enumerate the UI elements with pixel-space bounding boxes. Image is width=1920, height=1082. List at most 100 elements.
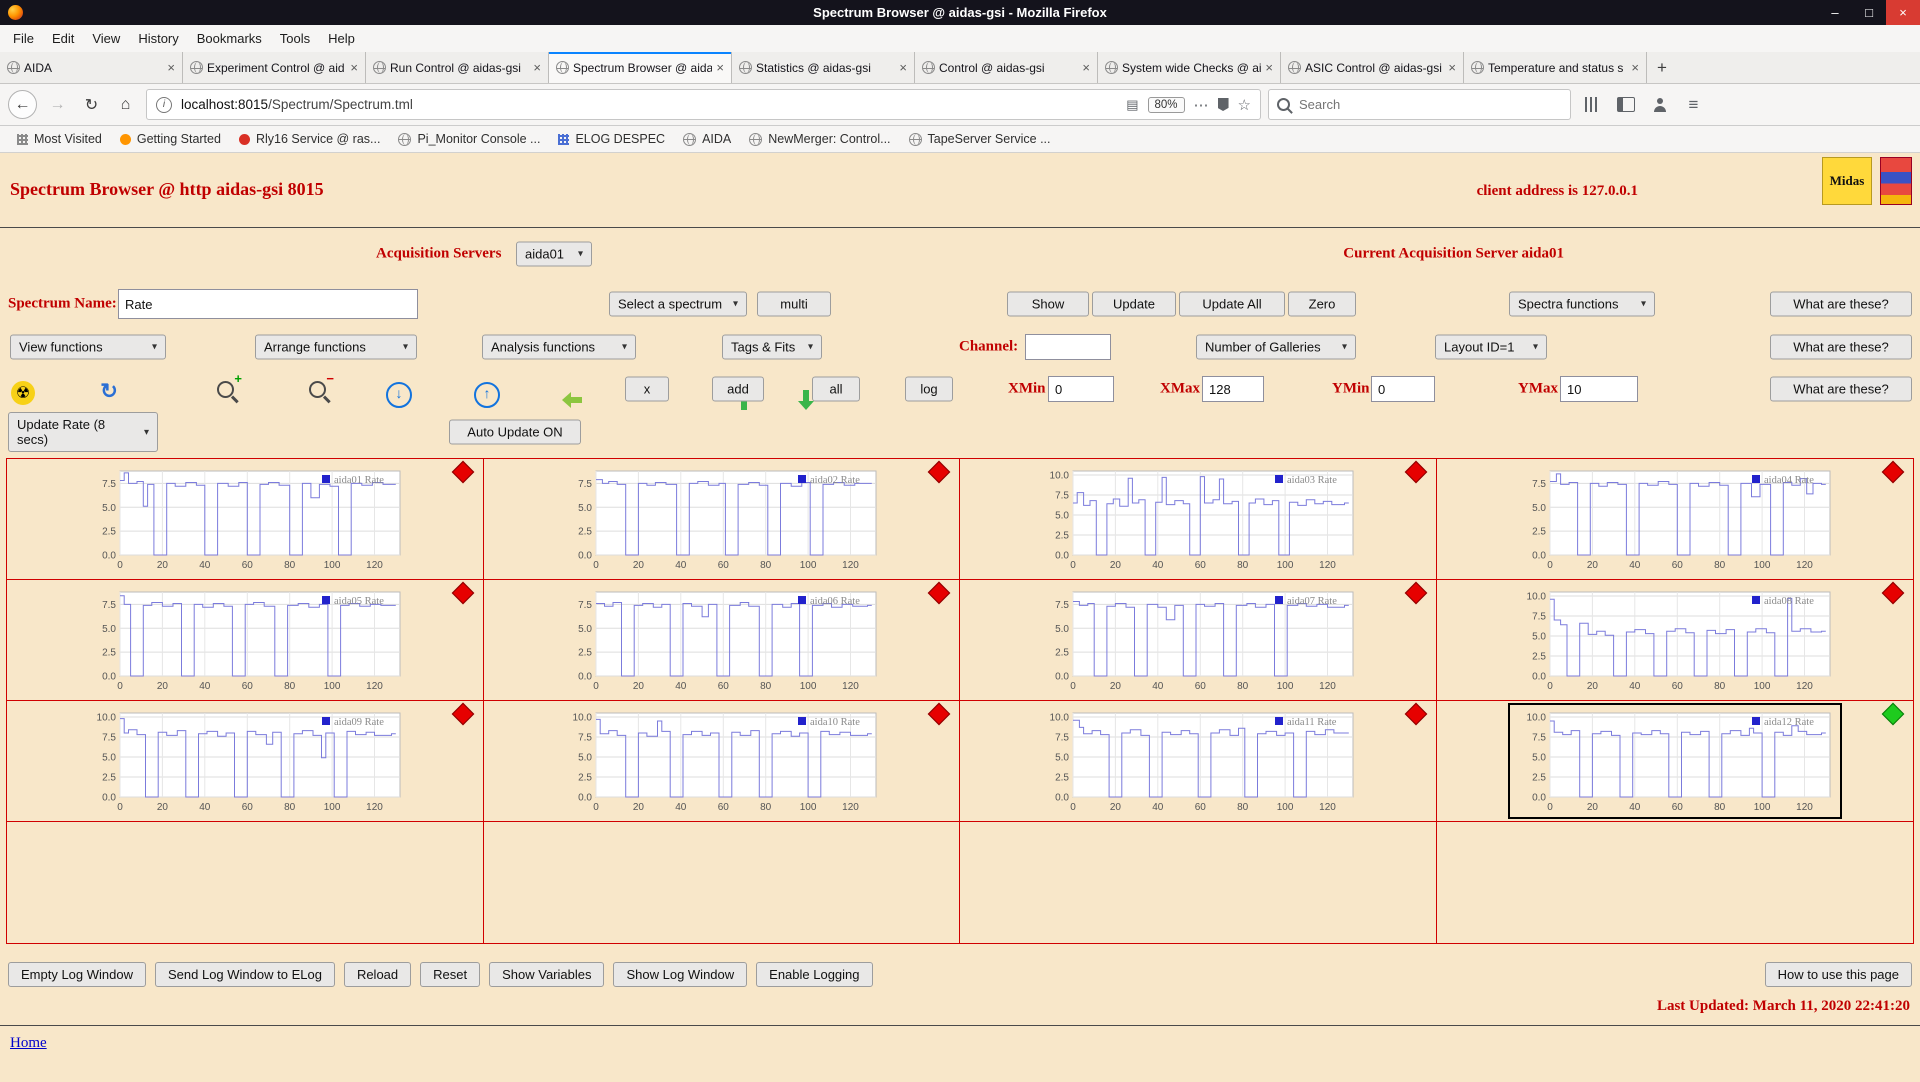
xmax-input[interactable]	[1202, 376, 1264, 402]
page-actions-icon[interactable]: ⋯	[1194, 96, 1209, 114]
tab-9[interactable]: Temperature and status s ×	[1464, 52, 1647, 83]
update-all-button[interactable]: Update All	[1179, 291, 1285, 317]
red-diamond-marker[interactable]	[1404, 702, 1427, 726]
menu-help[interactable]: Help	[319, 31, 364, 46]
spectrum-chart[interactable]: 0.0 2.5 5.0 7.5 10.0 0 20 40 60 80 100 120 aida03 Ra…	[1033, 463, 1363, 575]
reload-button[interactable]: ↻	[78, 91, 105, 118]
new-tab-button[interactable]: +	[1647, 52, 1677, 83]
bookmark-newmerger-control[interactable]: NewMerger: Control...	[742, 130, 897, 148]
menu-history[interactable]: History	[129, 31, 187, 46]
red-diamond-marker[interactable]	[1404, 460, 1427, 484]
spectrum-name-input[interactable]	[118, 289, 418, 319]
home-link[interactable]: Home	[10, 1035, 47, 1051]
tab-8[interactable]: ASIC Control @ aidas-gsi ×	[1281, 52, 1464, 83]
acquisition-server-select[interactable]: aida01 ▾	[516, 241, 592, 267]
tab-5[interactable]: Statistics @ aidas-gsi ×	[732, 52, 915, 83]
update-rate-dropdown[interactable]: Update Rate (8 secs) ▾	[8, 412, 158, 452]
home-button[interactable]: ⌂	[112, 91, 139, 118]
tab-close-icon[interactable]: ×	[1265, 60, 1273, 75]
menu-file[interactable]: File	[4, 31, 43, 46]
what-are-these-button-3[interactable]: What are these?	[1770, 376, 1912, 402]
menu-button[interactable]: ≡	[1680, 91, 1707, 118]
spectrum-chart[interactable]: 0.0 2.5 5.0 7.5 0 20 40 60 80 100 120 aida02 Rate	[556, 463, 886, 575]
arrange-functions-dropdown[interactable]: Arrange functions ▾	[255, 334, 417, 360]
left-arrow-button[interactable]	[560, 389, 584, 411]
what-are-these-button-1[interactable]: What are these?	[1770, 291, 1912, 317]
y-expand-button[interactable]: ↓	[386, 382, 412, 408]
tab-3[interactable]: Run Control @ aidas-gsi ×	[366, 52, 549, 83]
bookmark-star-icon[interactable]: ☆	[1238, 96, 1251, 114]
minimize-button[interactable]: –	[1818, 0, 1852, 25]
show-button[interactable]: Show	[1007, 291, 1089, 317]
red-diamond-marker[interactable]	[451, 460, 474, 484]
refresh-button[interactable]: ↻	[96, 379, 122, 405]
spectrum-chart[interactable]: 0.0 2.5 5.0 7.5 10.0 0 20 40 60 80 100 120 aida11 Ra…	[1033, 705, 1363, 817]
reload-button[interactable]: Reload	[343, 961, 412, 987]
spectrum-chart[interactable]: 0.0 2.5 5.0 7.5 0 20 40 60 80 100 120 aida07 Rate	[1033, 584, 1363, 696]
red-diamond-marker[interactable]	[1404, 581, 1427, 605]
red-diamond-marker[interactable]	[451, 581, 474, 605]
tab-close-icon[interactable]: ×	[1631, 60, 1639, 75]
bookmark-rly16-service-ras[interactable]: Rly16 Service @ ras...	[232, 130, 388, 148]
menu-view[interactable]: View	[83, 31, 129, 46]
tab-close-icon[interactable]: ×	[533, 60, 541, 75]
show-log-window-button[interactable]: Show Log Window	[613, 961, 748, 987]
red-diamond-marker[interactable]	[927, 702, 951, 726]
library-button[interactable]	[1578, 91, 1605, 118]
tab-4[interactable]: Spectrum Browser @ aida ×	[549, 52, 732, 83]
bookmark-pi-monitor-console[interactable]: Pi_Monitor Console ...	[391, 130, 547, 148]
tab-2[interactable]: Experiment Control @ aid ×	[183, 52, 366, 83]
url-text[interactable]: localhost:8015/Spectrum/Spectrum.tml	[181, 97, 1117, 112]
bookmark-tapeserver-service[interactable]: TapeServer Service ...	[902, 130, 1058, 148]
spectrum-chart[interactable]: 0.0 2.5 5.0 7.5 10.0 0 20 40 60 80 100 120 aida12 Ra…	[1507, 703, 1842, 819]
tab-close-icon[interactable]: ×	[1082, 60, 1090, 75]
log-button[interactable]: log	[905, 376, 953, 402]
spectrum-chart[interactable]: 0.0 2.5 5.0 7.5 0 20 40 60 80 100 120 aida05 Rate	[80, 584, 410, 696]
number-of-galleries-dropdown[interactable]: Number of Galleries ▾	[1196, 334, 1356, 360]
empty-log-window-button[interactable]: Empty Log Window	[8, 961, 146, 987]
tab-7[interactable]: System wide Checks @ ai ×	[1098, 52, 1281, 83]
ymax-input[interactable]	[1560, 376, 1638, 402]
analysis-functions-dropdown[interactable]: Analysis functions ▾	[482, 334, 636, 360]
zoom-in-button[interactable]: +	[212, 371, 242, 403]
view-functions-dropdown[interactable]: View functions ▾	[10, 334, 166, 360]
spectra-functions-dropdown[interactable]: Spectra functions ▾	[1509, 291, 1655, 317]
xmin-input[interactable]	[1048, 376, 1114, 402]
update-button[interactable]: Update	[1092, 291, 1176, 317]
red-diamond-marker[interactable]	[927, 581, 951, 605]
red-diamond-marker[interactable]	[1881, 581, 1905, 605]
multi-button[interactable]: multi	[757, 291, 831, 317]
account-button[interactable]	[1646, 91, 1673, 118]
zoom-out-button[interactable]: −	[304, 371, 334, 403]
menu-tools[interactable]: Tools	[271, 31, 319, 46]
zero-button[interactable]: Zero	[1288, 291, 1356, 317]
what-are-these-button-2[interactable]: What are these?	[1770, 334, 1912, 360]
sidebar-button[interactable]	[1612, 91, 1639, 118]
add-button[interactable]: add	[712, 376, 764, 402]
tab-6[interactable]: Control @ aidas-gsi ×	[915, 52, 1098, 83]
site-info-icon[interactable]: i	[156, 96, 172, 113]
auto-update-button[interactable]: Auto Update ON	[449, 419, 581, 445]
select-spectrum-dropdown[interactable]: Select a spectrum ▾	[609, 291, 747, 317]
enable-logging-button[interactable]: Enable Logging	[756, 961, 873, 987]
close-button[interactable]: ×	[1886, 0, 1920, 25]
url-bar[interactable]: i localhost:8015/Spectrum/Spectrum.tml ▤…	[146, 89, 1261, 120]
forward-button[interactable]: →	[44, 91, 71, 118]
zoom-level-indicator[interactable]: 80%	[1147, 96, 1185, 113]
bookmark-most-visited[interactable]: Most Visited	[10, 130, 109, 148]
layout-id-dropdown[interactable]: Layout ID=1 ▾	[1435, 334, 1547, 360]
search-bar[interactable]	[1268, 89, 1571, 120]
y-compress-button[interactable]: ↑	[474, 382, 500, 408]
red-diamond-marker[interactable]	[451, 702, 474, 726]
red-diamond-marker[interactable]	[1881, 460, 1905, 484]
tab-close-icon[interactable]: ×	[899, 60, 907, 75]
reader-mode-icon[interactable]: ▤	[1126, 97, 1138, 113]
tab-close-icon[interactable]: ×	[716, 60, 724, 75]
all-button[interactable]: all	[812, 376, 860, 402]
back-button[interactable]: ←	[8, 90, 37, 119]
menu-bookmarks[interactable]: Bookmarks	[188, 31, 271, 46]
spectrum-chart[interactable]: 0.0 2.5 5.0 7.5 10.0 0 20 40 60 80 100 120 aida09 Ra…	[80, 705, 410, 817]
search-input[interactable]	[1297, 96, 1562, 113]
x-button[interactable]: x	[625, 376, 669, 402]
channel-input[interactable]	[1025, 334, 1111, 360]
